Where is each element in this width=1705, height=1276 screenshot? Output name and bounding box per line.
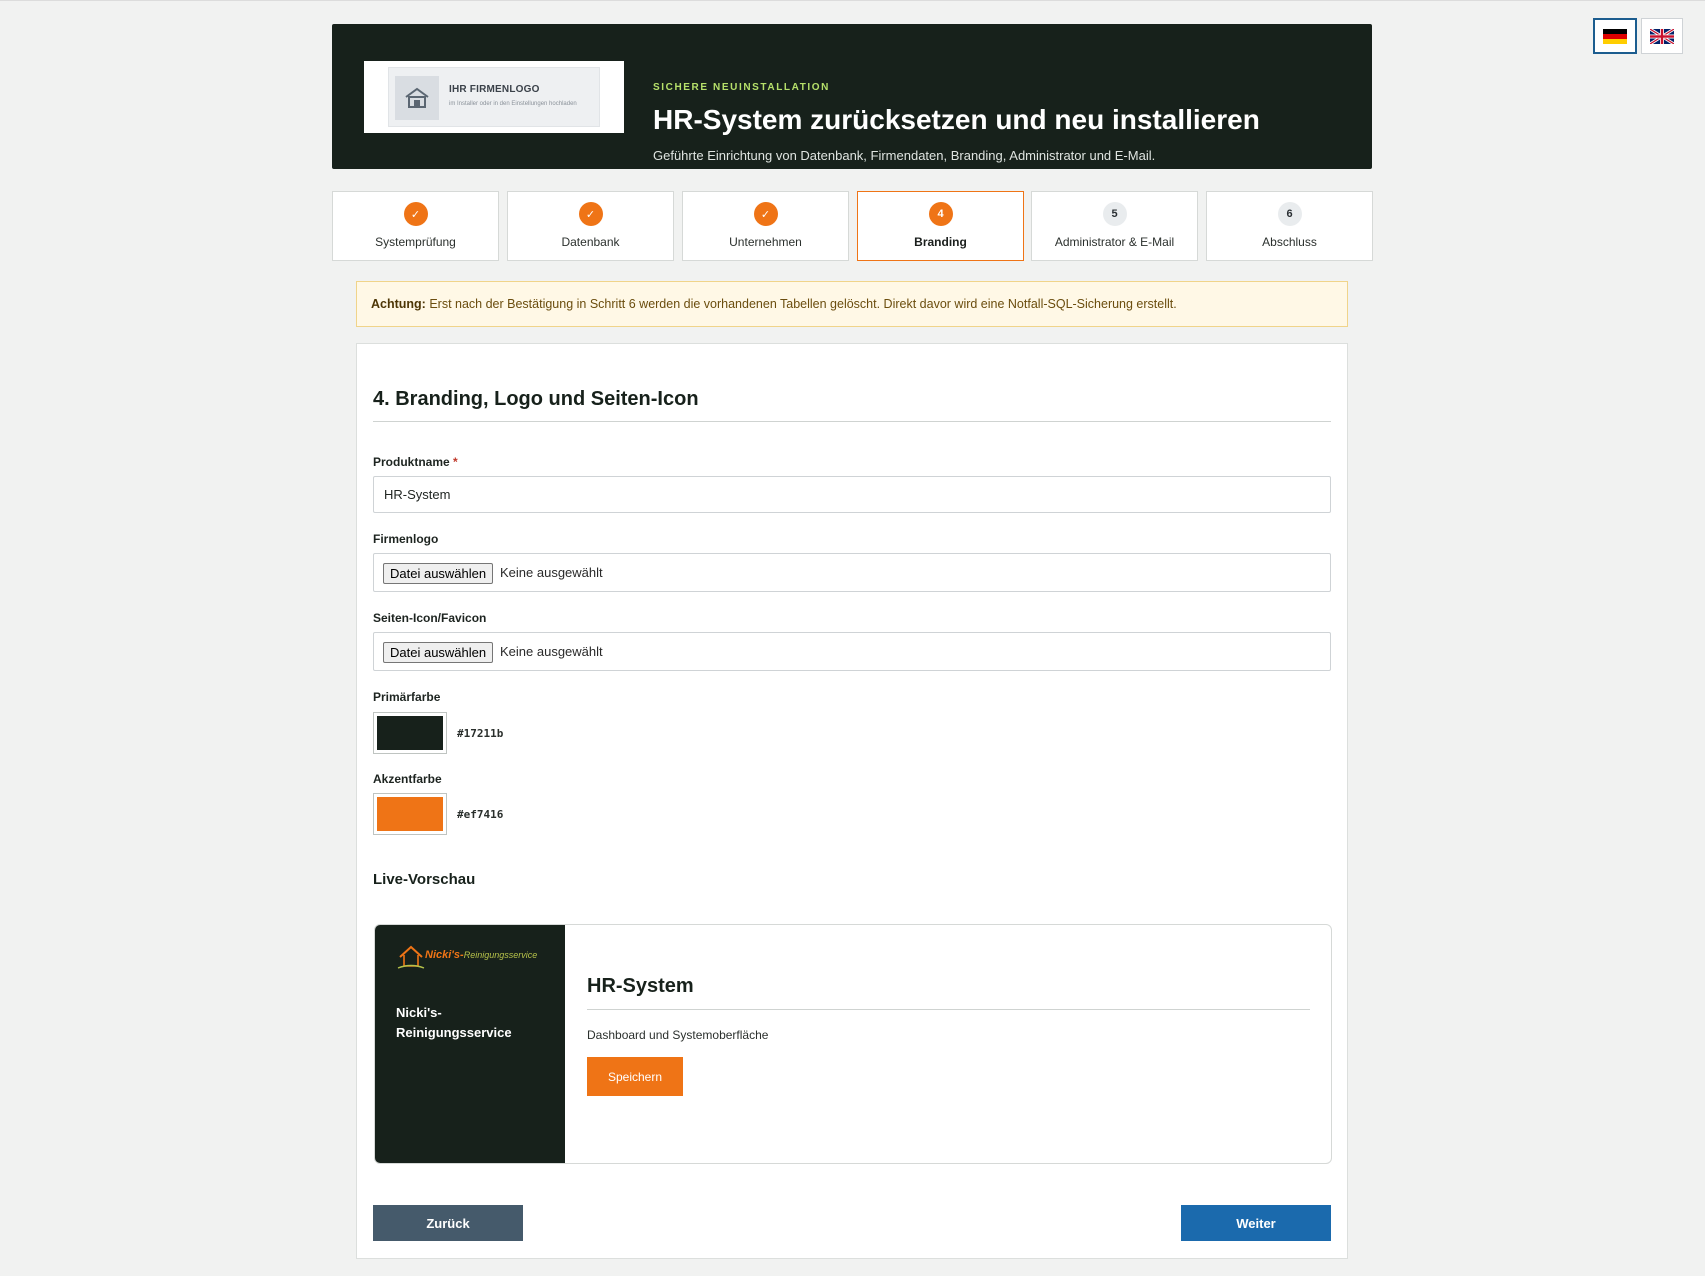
page-title: HR-System zurücksetzen und neu installie…: [653, 104, 1260, 135]
check-icon: ✓: [403, 202, 428, 226]
language-german-button[interactable]: [1593, 18, 1637, 54]
primary-color-value: #17211b: [457, 727, 504, 740]
step-label: Unternehmen: [729, 235, 802, 249]
choose-favicon-file-button[interactable]: Datei auswählen: [383, 642, 494, 663]
preview-company-name: Nicki's-Reinigungsservice: [396, 1005, 512, 1040]
branding-form-card: 4. Branding, Logo und Seiten-Icon Produk…: [356, 343, 1348, 1259]
accent-color-picker[interactable]: [373, 793, 447, 835]
preview-logo-suffix: Reinigungsservice: [463, 950, 538, 960]
step-label: Administrator & E-Mail: [1054, 235, 1175, 249]
top-border: [0, 0, 1705, 1]
favicon-file-status: Keine ausgewählt: [500, 644, 603, 659]
primary-color-fill: [377, 716, 443, 750]
warning-alert: Achtung: Erst nach der Bestätigung in Sc…: [356, 281, 1348, 327]
step-abschluss[interactable]: 6 Abschluss: [1206, 191, 1373, 261]
primary-color-label: Primärfarbe: [373, 690, 441, 704]
step-label: Datenbank: [561, 235, 620, 249]
back-button[interactable]: Zurück: [373, 1205, 523, 1241]
choose-logo-file-button[interactable]: Datei auswählen: [383, 563, 494, 584]
company-logo-label: Firmenlogo: [373, 532, 439, 546]
alert-label: Achtung:: [371, 297, 426, 311]
check-icon: ✓: [753, 202, 778, 226]
uk-flag-icon: [1650, 28, 1674, 44]
page-subtitle: Geführte Einrichtung von Datenbank, Firm…: [653, 148, 1156, 163]
house-logo-icon: [397, 945, 425, 969]
accent-color-fill: [377, 797, 443, 831]
step-number-badge: 6: [1277, 202, 1302, 226]
company-logo-file-input[interactable]: Datei auswählen Keine ausgewählt: [373, 553, 1331, 592]
language-english-button[interactable]: [1641, 18, 1683, 54]
preview-description: Dashboard und Systemoberfläche: [587, 1028, 769, 1042]
preview-logo-name: Nicki's-: [425, 949, 464, 961]
step-branding[interactable]: 4 Branding: [857, 191, 1024, 261]
preview-sidebar: Nicki's-Reinigungsservice Nicki's-Reinig…: [375, 925, 565, 1163]
step-datenbank[interactable]: ✓ Datenbank: [507, 191, 674, 261]
step-label: Branding: [914, 235, 967, 249]
step-number-badge: 4: [928, 202, 953, 226]
product-name-label-text: Produktname: [373, 455, 450, 469]
building-icon: [395, 76, 439, 120]
logo-file-status: Keine ausgewählt: [500, 565, 603, 580]
step-unternehmen[interactable]: ✓ Unternehmen: [682, 191, 849, 261]
accent-color-value: #ef7416: [457, 808, 504, 821]
product-name-input[interactable]: [373, 476, 1331, 513]
step-systempruefung[interactable]: ✓ Systemprüfung: [332, 191, 499, 261]
logo-placeholder-subtitle: im Installer oder in den Einstellungen h…: [449, 101, 577, 107]
step-label: Abschluss: [1262, 235, 1317, 249]
preview-divider: [587, 1009, 1310, 1010]
preview-logo-text: Nicki's-Reinigungsservice: [425, 949, 537, 961]
product-name-label: Produktname *: [373, 455, 458, 469]
accent-color-label: Akzentfarbe: [373, 772, 442, 786]
step-label: Systemprüfung: [375, 235, 456, 249]
header-eyebrow: SICHERE NEUINSTALLATION: [653, 82, 830, 93]
preview-save-button[interactable]: Speichern: [587, 1057, 683, 1096]
step-administrator-email[interactable]: 5 Administrator & E-Mail: [1031, 191, 1198, 261]
logo-placeholder-title: IHR FIRMENLOGO: [449, 84, 540, 95]
primary-color-picker[interactable]: [373, 712, 447, 754]
live-preview: Nicki's-Reinigungsservice Nicki's-Reinig…: [374, 924, 1332, 1164]
section-divider: [373, 421, 1331, 422]
favicon-label: Seiten-Icon/Favicon: [373, 611, 487, 625]
live-preview-heading: Live-Vorschau: [373, 871, 476, 888]
check-icon: ✓: [578, 202, 603, 226]
favicon-file-input[interactable]: Datei auswählen Keine ausgewählt: [373, 632, 1331, 671]
header-banner: IHR FIRMENLOGO im Installer oder in den …: [332, 24, 1372, 169]
alert-text: Erst nach der Bestätigung in Schritt 6 w…: [425, 297, 1177, 311]
company-logo-placeholder: IHR FIRMENLOGO im Installer oder in den …: [364, 61, 624, 133]
logo-placeholder-frame: IHR FIRMENLOGO im Installer oder in den …: [388, 67, 600, 127]
preview-company-logo: Nicki's-Reinigungsservice: [395, 943, 545, 977]
next-button[interactable]: Weiter: [1181, 1205, 1331, 1241]
required-mark: *: [453, 455, 458, 469]
german-flag-icon: [1603, 28, 1627, 44]
step-number-badge: 5: [1102, 202, 1127, 226]
section-title: 4. Branding, Logo und Seiten-Icon: [373, 388, 699, 410]
preview-title: HR-System: [587, 975, 694, 997]
